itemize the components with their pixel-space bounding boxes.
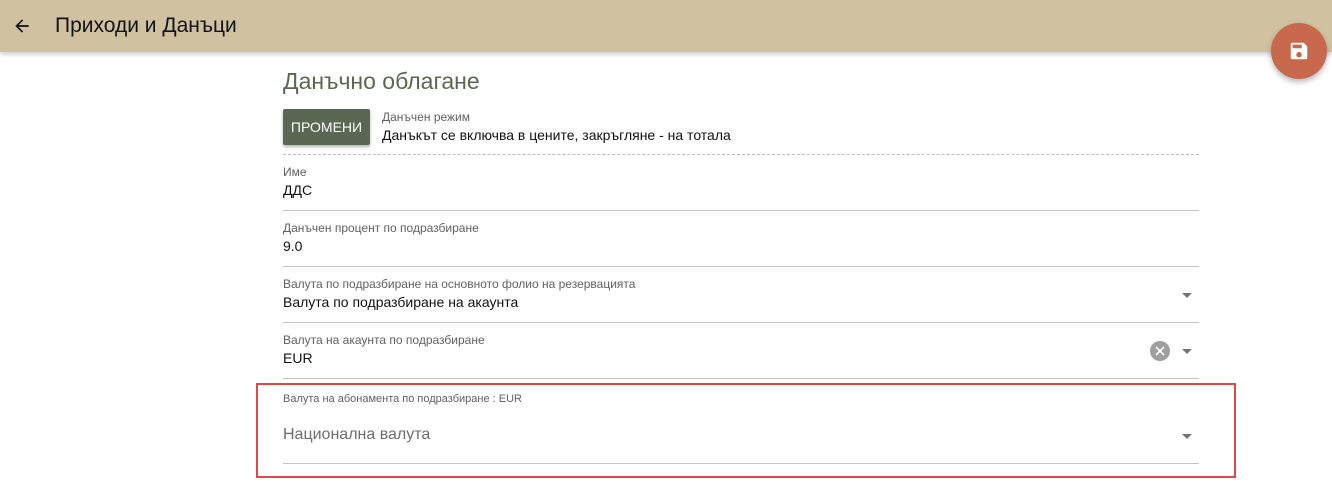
subscription-currency-value: Национална валута [283,426,431,443]
chevron-down-icon[interactable] [1182,349,1192,354]
divider [283,154,1199,155]
name-field[interactable]: Име ДДС [283,165,1199,211]
arrow-left-icon [15,19,29,33]
name-value: ДДС [283,182,313,198]
folio-currency-label: Валута по подразбиране на основното фоли… [283,277,636,291]
default-rate-label: Данъчен процент по подразбиране [283,221,479,235]
account-currency-value: EUR [283,350,313,366]
save-icon [1290,42,1308,60]
clear-circle-icon[interactable] [1150,341,1170,361]
back-button[interactable] [6,10,38,42]
name-label: Име [283,165,307,179]
chevron-down-icon[interactable] [1182,434,1192,439]
chevron-down-icon[interactable] [1182,293,1192,298]
section-title: Данъчно облагане [283,68,480,94]
default-rate-field[interactable]: Данъчен процент по подразбиране 9.0 [283,221,1199,267]
tax-mode-label: Данъчен режим [382,110,471,124]
account-currency-select[interactable]: Валута на акаунта по подразбиране EUR [283,333,1199,379]
subscription-currency-select[interactable]: Национална валута [283,418,1199,464]
save-button[interactable] [1271,23,1327,79]
tax-mode-value: Данъкът се включва в цените, закръгляне … [382,127,731,143]
default-rate-value: 9.0 [283,238,303,254]
folio-currency-value: Валута по подразбиране на акаунта [283,294,519,310]
folio-currency-select[interactable]: Валута по подразбиране на основното фоли… [283,277,1199,323]
account-currency-label: Валута на акаунта по подразбиране [283,333,485,347]
app-bar: Приходи и Данъци [0,0,1332,52]
subscription-currency-label: Валута на абонамента по подразбиране : E… [283,393,522,405]
app-title: Приходи и Данъци [55,14,237,37]
change-tax-mode-button[interactable]: ПРОМЕНИ [283,109,370,145]
